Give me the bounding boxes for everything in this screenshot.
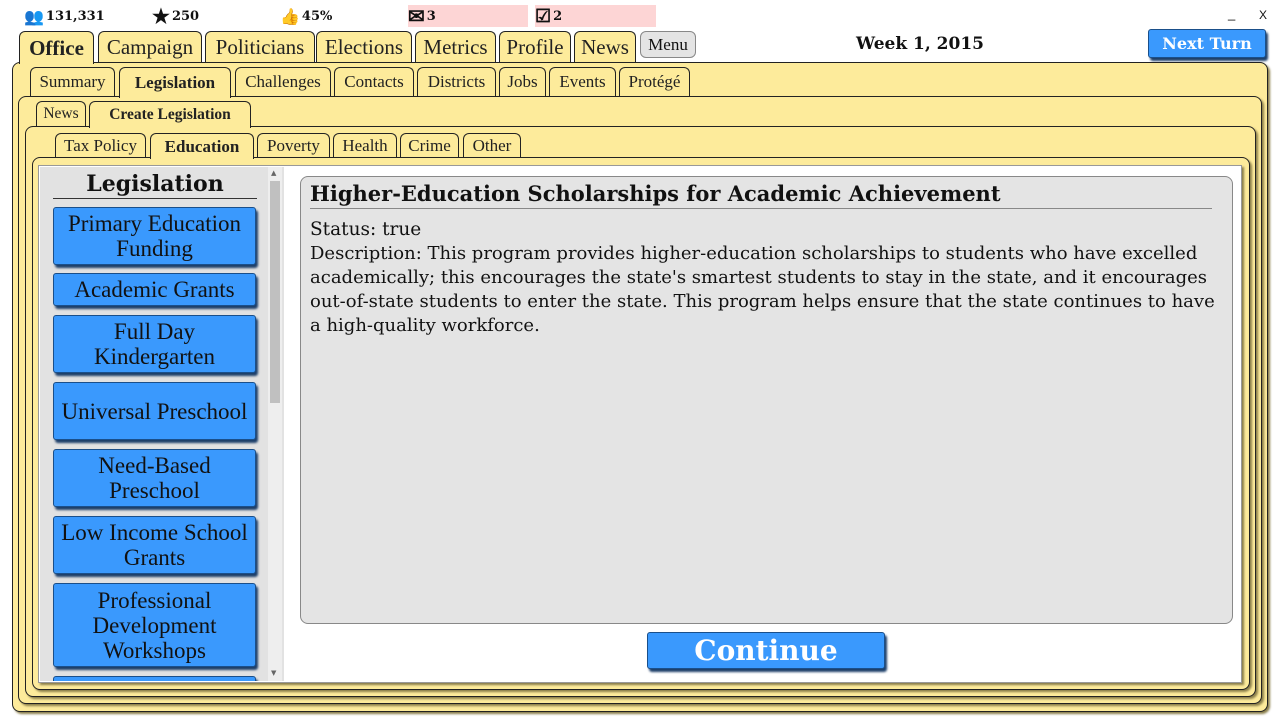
scroll-down-icon[interactable]: ▼ (271, 669, 276, 677)
cattab-education[interactable]: Education (150, 133, 254, 159)
subtab-jobs[interactable]: Jobs (499, 67, 546, 96)
tasks-stat[interactable]: ☑ 2 (535, 5, 656, 27)
cattab-other[interactable]: Other (463, 133, 521, 157)
tab-elections[interactable]: Elections (316, 31, 412, 62)
list-title: Legislation (53, 171, 257, 199)
scroll-thumb[interactable] (270, 181, 280, 403)
subtab-summary[interactable]: Summary (30, 67, 115, 96)
close-button[interactable]: X (1259, 8, 1267, 22)
subtab-challenges[interactable]: Challenges (235, 67, 331, 96)
subtab-districts[interactable]: Districts (417, 67, 496, 96)
legislation-item[interactable]: Professional Development Workshops (53, 583, 256, 667)
cattab-poverty[interactable]: Poverty (257, 133, 330, 157)
followers-stat: 👥 131,331 (24, 6, 105, 26)
legislation-list: Legislation Primary Education Funding Aca… (40, 167, 284, 681)
legislation-item[interactable]: Universal Preschool (53, 382, 256, 440)
subtab-contacts[interactable]: Contacts (334, 67, 414, 96)
tab-office[interactable]: Office (19, 31, 94, 64)
tab-profile[interactable]: Profile (499, 31, 571, 62)
tab-politicians[interactable]: Politicians (205, 31, 315, 62)
detail-status: Status: true (310, 219, 422, 240)
stars-stat: ★ 250 (152, 4, 200, 28)
detail-description: Description: This program provides highe… (310, 243, 1215, 336)
minimize-button[interactable]: _ (1228, 6, 1235, 21)
checkbox-icon: ☑ (535, 5, 552, 27)
subtab-events[interactable]: Events (549, 67, 616, 96)
legtab-news[interactable]: News (36, 101, 86, 126)
legislation-item[interactable]: Academic Grants (53, 273, 256, 306)
cattab-tax-policy[interactable]: Tax Policy (55, 133, 146, 157)
tab-campaign[interactable]: Campaign (98, 31, 202, 62)
detail-box: Higher-Education Scholarships for Academ… (300, 176, 1233, 624)
star-icon: ★ (152, 4, 170, 28)
cattab-health[interactable]: Health (333, 133, 397, 157)
people-icon: 👥 (24, 6, 44, 26)
legislation-item[interactable]: Low Income School Grants (53, 516, 256, 574)
envelope-icon: ✉ (408, 4, 425, 28)
thumbs-up-icon: 👍 (280, 6, 300, 26)
cattab-crime[interactable]: Crime (400, 133, 459, 157)
detail-body: Status: true Description: This program p… (310, 218, 1228, 338)
menu-button[interactable]: Menu (640, 31, 696, 58)
legislation-item[interactable]: Need-Based Preschool (53, 449, 256, 507)
continue-button[interactable]: Continue (647, 632, 885, 669)
legislation-item[interactable]: Full Day Kindergarten (53, 315, 256, 373)
detail-title: Higher-Education Scholarships for Academ… (310, 181, 1212, 209)
legtab-create-legislation[interactable]: Create Legislation (89, 101, 251, 128)
subtab-prot-g-[interactable]: Protégé (619, 67, 690, 96)
tab-metrics[interactable]: Metrics (415, 31, 496, 62)
next-turn-button[interactable]: Next Turn (1148, 29, 1266, 58)
tab-news[interactable]: News (574, 31, 636, 62)
subtab-legislation[interactable]: Legislation (119, 67, 231, 98)
date-label: Week 1, 2015 (855, 34, 984, 54)
legislation-item[interactable]: Primary Education Funding (53, 207, 256, 265)
messages-stat[interactable]: ✉ 3 (408, 4, 528, 28)
legislation-item[interactable] (53, 676, 256, 681)
scroll-up-icon[interactable]: ▲ (271, 169, 276, 177)
approval-stat: 👍 45% (280, 6, 333, 26)
scrollbar[interactable]: ▲ ▼ (268, 167, 282, 681)
